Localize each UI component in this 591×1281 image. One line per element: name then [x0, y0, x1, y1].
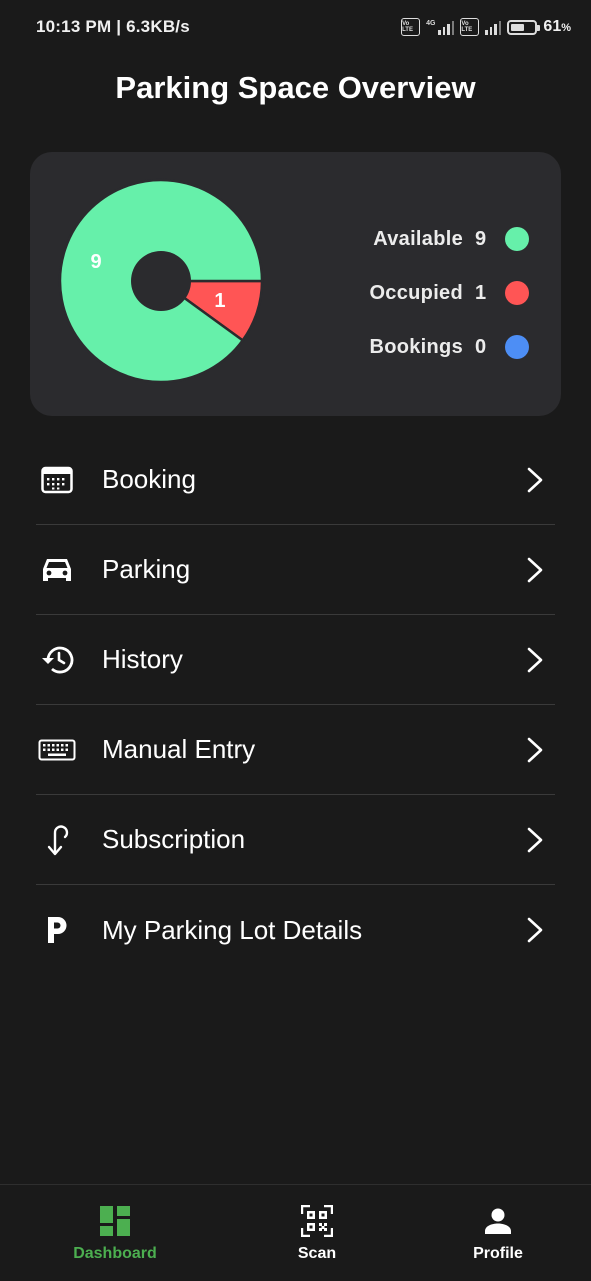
- menu-label: Subscription: [102, 824, 246, 854]
- battery-icon: [507, 19, 541, 35]
- nav-label: Profile: [473, 1245, 523, 1262]
- legend-label: Bookings: [369, 335, 463, 358]
- status-bar: 10:13 PM | 6.3KB/s Vo LTE 4G Vo LTE 61%: [0, 0, 591, 56]
- menu-label: Manual Entry: [102, 734, 256, 764]
- menu-label: My Parking Lot Details: [102, 914, 363, 945]
- legend-dot-occupied: [505, 281, 529, 305]
- legend-label: Available: [373, 227, 463, 250]
- chart-legend: Available 9 Occupied 1 Bookings 0: [369, 212, 529, 374]
- menu-label: Booking: [102, 464, 196, 494]
- car-icon: [36, 549, 78, 591]
- menu-item-history[interactable]: History: [36, 615, 555, 705]
- menu-label: Parking: [102, 554, 191, 584]
- donut-hole: [131, 251, 191, 311]
- chevron-right-icon: [527, 467, 543, 492]
- nav-label: Dashboard: [73, 1245, 157, 1262]
- chevron-right-icon: [527, 557, 543, 582]
- keyboard-icon: [36, 729, 78, 771]
- menu-item-manual-entry[interactable]: Manual Entry: [36, 705, 555, 795]
- legend-value: 1: [475, 281, 487, 304]
- legend-value: 9: [475, 227, 487, 250]
- legend-row-bookings: Bookings 0: [369, 320, 529, 374]
- donut-chart: 19: [58, 178, 264, 384]
- calendar-icon: [36, 459, 78, 501]
- signal-icon: [438, 19, 455, 35]
- chevron-right-icon: [527, 737, 543, 762]
- status-time-speed: 10:13 PM | 6.3KB/s: [36, 17, 190, 36]
- dashboard-icon: [55, 1203, 175, 1239]
- signal-icon-2: [485, 19, 502, 35]
- bottom-navigation: Dashboard Scan Profile: [0, 1184, 591, 1281]
- pie-label-occupied: 1: [214, 290, 225, 312]
- menu-item-parking[interactable]: Parking: [36, 525, 555, 615]
- volte-icon-2: Vo LTE: [460, 18, 480, 36]
- legend-dot-bookings: [505, 335, 529, 359]
- menu-list: Booking Parking History Manual Entry Sub…: [36, 435, 555, 975]
- chevron-right-icon: [527, 827, 543, 852]
- qr-scan-icon: [257, 1203, 377, 1239]
- nav-dashboard[interactable]: Dashboard: [55, 1203, 175, 1263]
- page-title: Parking Space Overview: [115, 70, 476, 105]
- network-type: 4G: [426, 19, 436, 27]
- person-icon: [438, 1203, 558, 1239]
- status-icons: Vo LTE 4G Vo LTE 61%: [401, 15, 571, 39]
- history-icon: [36, 639, 78, 681]
- battery-percent: 61%: [543, 18, 571, 35]
- menu-item-subscription[interactable]: Subscription: [36, 795, 555, 885]
- subscription-icon: [36, 819, 78, 861]
- menu-label: History: [102, 644, 183, 674]
- chevron-right-icon: [527, 647, 543, 672]
- legend-dot-available: [505, 227, 529, 251]
- legend-row-occupied: Occupied 1: [369, 266, 529, 320]
- nav-profile[interactable]: Profile: [438, 1203, 558, 1263]
- pie-label-available: 9: [90, 251, 101, 273]
- legend-value: 0: [475, 335, 487, 358]
- nav-scan[interactable]: Scan: [257, 1203, 377, 1263]
- parking-p-icon: [36, 909, 78, 951]
- menu-item-my-parking-lot-details[interactable]: My Parking Lot Details: [36, 885, 555, 975]
- legend-row-available: Available 9: [369, 212, 529, 266]
- overview-card: 19 Available 9 Occupied 1 Bookings 0: [30, 152, 561, 416]
- chevron-right-icon: [527, 917, 543, 943]
- legend-label: Occupied: [369, 281, 463, 304]
- volte-icon: Vo LTE: [401, 18, 421, 36]
- menu-item-booking[interactable]: Booking: [36, 435, 555, 525]
- nav-label: Scan: [297, 1245, 337, 1262]
